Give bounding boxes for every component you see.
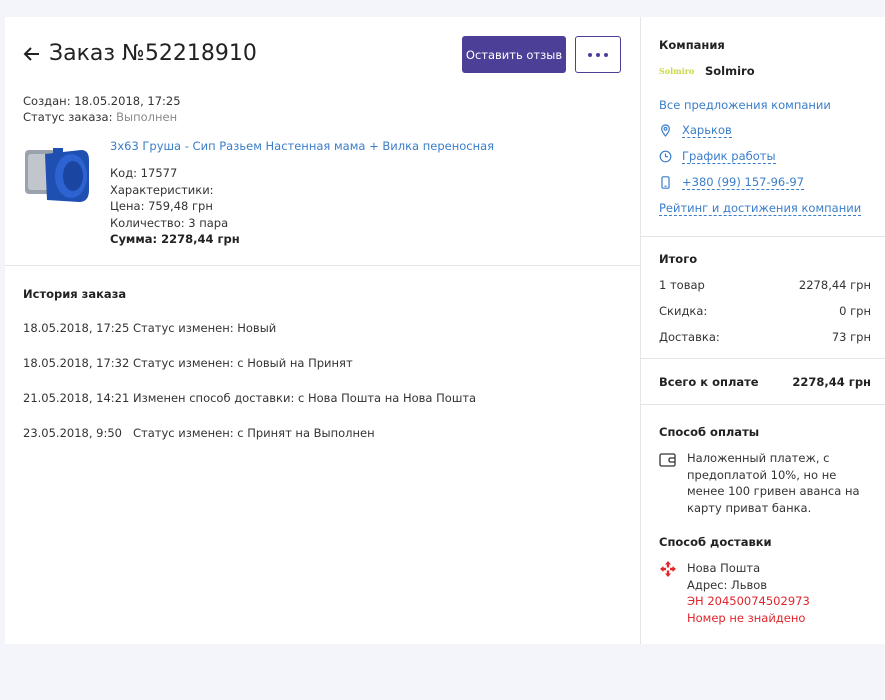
history-row: 21.05.2018, 14:21 Изменен способ доставки…	[23, 391, 476, 405]
dot-icon	[604, 52, 608, 57]
page-title: Заказ №52218910	[49, 41, 257, 66]
clock-icon	[659, 150, 672, 163]
totals-items-row: 1 товар 2278,44 грн	[659, 278, 871, 292]
delivery-info: Нова Пошта Адрес: Львов ЭН 2045007450297…	[687, 560, 810, 626]
payment-text: Наложенный платеж, с предоплатой 10%, но…	[687, 451, 860, 515]
product-price: Цена: 759,48 грн	[110, 199, 213, 213]
history-row: 18.05.2018, 17:32 Статус изменен: с Новый…	[23, 356, 353, 370]
order-status: Статус заказа: Выполнен	[23, 109, 181, 125]
phone-icon	[661, 176, 670, 189]
product-image[interactable]	[23, 140, 93, 210]
history-date: 18.05.2018, 17:32	[23, 356, 130, 370]
history-date: 23.05.2018, 9:50	[23, 426, 122, 440]
history-date: 21.05.2018, 14:21	[23, 391, 130, 405]
totals-grand-label: Всего к оплате	[659, 375, 759, 389]
wallet-icon	[659, 453, 676, 467]
order-main: Заказ №52218910 Оставить отзыв Создан: 1…	[5, 17, 640, 644]
history-title: История заказа	[23, 287, 127, 301]
order-card: Заказ №52218910 Оставить отзыв Создан: 1…	[5, 17, 885, 644]
company-city-link[interactable]: Харьков	[659, 123, 732, 138]
nova-poshta-icon	[660, 561, 676, 577]
history-text: Статус изменен: с Принят на Выполнен	[133, 426, 375, 440]
rating-link[interactable]: Рейтинг и достижения компании	[659, 201, 862, 216]
history-text: Изменен способ доставки: с Нова Пошта на…	[133, 391, 477, 405]
product-sum: Сумма: 2278,44 грн	[110, 232, 240, 246]
totals-discount-label: Скидка:	[659, 304, 708, 318]
location-pin-icon	[661, 124, 670, 137]
phone-number: +380 (99) 157-96-97	[682, 175, 805, 190]
payment-method: Наложенный платеж, с предоплатой 10%, но…	[659, 450, 867, 516]
rating-label: Рейтинг и достижения компании	[659, 201, 862, 216]
history-text: Статус изменен: Новый	[133, 321, 277, 335]
totals-delivery-label: Доставка:	[659, 330, 720, 344]
company-city: Харьков	[682, 123, 732, 138]
more-actions-button[interactable]	[575, 36, 621, 73]
product-name-link[interactable]: 3х63 Груша - Сип Разьем Настенная мама +…	[110, 139, 494, 153]
order-sidebar: Компания Solmiro Solmiro Все предложения…	[640, 17, 885, 644]
order-created: Создан: 18.05.2018, 17:25	[23, 94, 181, 108]
delivery-ttn-status: Номер не знайдено	[687, 610, 806, 625]
divider	[641, 404, 885, 405]
totals-grand-row: Всего к оплате 2278,44 грн	[659, 375, 871, 389]
product-code: Код: 17577	[110, 166, 178, 180]
schedule-label: График работы	[682, 149, 776, 164]
history-date: 18.05.2018, 17:25	[23, 321, 130, 335]
delivery-address: Адрес: Львов	[687, 577, 768, 592]
dot-icon	[588, 52, 592, 57]
delivery-method: Нова Пошта Адрес: Львов ЭН 2045007450297…	[659, 560, 810, 626]
totals-title: Итого	[659, 252, 698, 266]
all-offers-link[interactable]: Все предложения компании	[659, 98, 831, 112]
dot-icon	[596, 52, 600, 57]
company-logo: Solmiro	[659, 66, 695, 76]
divider	[641, 358, 885, 359]
product-characteristics: Характеристики:	[110, 182, 214, 197]
delivery-ttn: ЭН 20450074502973	[687, 594, 810, 608]
divider	[641, 236, 885, 237]
history-row: 18.05.2018, 17:25 Статус изменен: Новый	[23, 321, 276, 335]
totals-items-label: 1 товар	[659, 278, 705, 292]
totals-items-value: 2278,44 грн	[798, 278, 871, 292]
totals-grand-value: 2278,44 грн	[792, 375, 871, 389]
schedule-link[interactable]: График работы	[659, 149, 776, 164]
product-quantity: Количество: 3 пара	[110, 215, 229, 230]
totals-delivery-row: Доставка: 73 грн	[659, 330, 871, 344]
leave-review-button[interactable]: Оставить отзыв	[462, 36, 566, 73]
totals-delivery-value: 73 грн	[831, 330, 871, 344]
product-info: Код: 17577 Характеристики: Цена: 759,48 …	[110, 165, 240, 248]
totals-discount-value: 0 грн	[839, 304, 871, 318]
delivery-carrier: Нова Пошта	[687, 561, 761, 575]
history-row: 23.05.2018, 9:50 Статус изменен: с Принят…	[23, 426, 375, 440]
company-section-title: Компания	[659, 38, 725, 52]
totals-discount-row: Скидка: 0 грн	[659, 304, 871, 318]
history-text: Статус изменен: с Новый на Принят	[133, 356, 353, 370]
order-meta: Создан: 18.05.2018, 17:25 Статус заказа:…	[23, 93, 181, 125]
order-status-value: Выполнен	[116, 110, 178, 124]
phone-link[interactable]: +380 (99) 157-96-97	[659, 175, 805, 190]
arrow-left-icon[interactable]	[23, 45, 41, 63]
divider	[5, 265, 640, 266]
payment-title: Способ оплаты	[659, 425, 760, 439]
order-status-label: Статус заказа:	[23, 110, 113, 124]
delivery-title: Способ доставки	[659, 535, 772, 549]
company-name: Solmiro	[705, 64, 755, 78]
